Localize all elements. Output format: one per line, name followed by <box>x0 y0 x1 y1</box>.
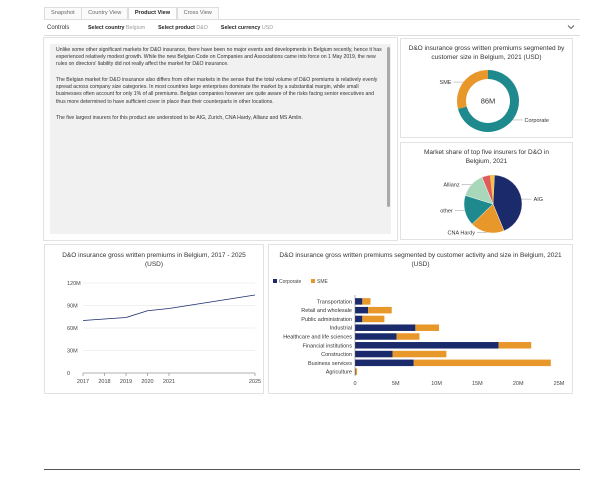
donut-chart: 86M Corporate SME <box>440 70 549 132</box>
donut-chart-title: D&O insurance gross written premiums seg… <box>408 45 565 61</box>
category-label: Retail and wholesale <box>301 308 352 314</box>
bar-segment <box>355 368 358 375</box>
legend-label: SME <box>317 279 329 285</box>
category-label: Financial institutions <box>302 343 352 349</box>
product-select[interactable]: Select product D&O <box>158 25 208 31</box>
legend-swatch <box>273 279 277 283</box>
x-tick-label: 20M <box>513 381 524 387</box>
bar-segment <box>355 306 369 314</box>
category-label: Agriculture <box>326 370 352 376</box>
donut-center-label: 86M <box>481 97 496 106</box>
stacked-bar-chart: Corporate SME Transportation Retail and who… <box>273 279 565 387</box>
category-label: Business services <box>308 361 352 367</box>
pie-label: AIG <box>534 197 543 203</box>
x-tick-label: 10M <box>431 381 442 387</box>
controls-title: Controls <box>47 24 70 31</box>
legend-swatch <box>311 279 315 283</box>
bar-segment <box>413 359 551 367</box>
footer-divider <box>44 469 580 470</box>
country-select-label: Select country <box>88 24 125 31</box>
controls-bar[interactable]: Controls Select country Belgium Select p… <box>44 19 580 36</box>
bar-segment <box>368 306 392 314</box>
tab-product-view[interactable]: Product View <box>127 7 178 19</box>
scrollbar[interactable] <box>387 47 390 239</box>
line-chart-title: D&O insurance gross written premiums in … <box>62 252 246 268</box>
x-tick-label: 25M <box>554 381 565 387</box>
bar-segment <box>392 350 447 358</box>
bar-segment <box>355 350 393 358</box>
pie-label: Allianz <box>443 182 459 188</box>
category-label: Transportation <box>317 299 352 305</box>
bar-segment <box>355 315 363 323</box>
x-tick-label: 2017 <box>77 379 89 385</box>
x-tick-label: 2018 <box>98 379 110 385</box>
currency-select[interactable]: Select currency USD <box>221 25 273 31</box>
commentary-panel: Unlike some other significant markets fo… <box>43 37 398 241</box>
chevron-down-icon[interactable] <box>566 22 576 32</box>
bar-segment <box>355 342 499 349</box>
product-select-value: D&O <box>196 24 208 31</box>
stacked-bar-panel: D&O insurance gross written premiums seg… <box>268 244 573 394</box>
share-pie-chart: AIG CNA Hardy other Allianz <box>440 174 543 236</box>
pie-label: CNA Hardy <box>448 230 476 236</box>
stacked-bar-title: D&O insurance gross written premiums seg… <box>279 252 562 268</box>
line-chart: 0 30M 60M 90M 120M 2017 2018 2019 2020 2021 2025 <box>67 281 261 385</box>
bar-segment <box>396 333 420 340</box>
category-label: Healthcare and life sciences <box>283 335 352 341</box>
currency-select-label: Select currency <box>220 24 261 31</box>
share-pie-panel: Market share of top five insurers for D&… <box>400 142 573 240</box>
y-tick-label: 60M <box>67 326 78 332</box>
line-series <box>82 294 256 321</box>
x-tick-label: 0 <box>353 381 356 387</box>
scrollbar-thumb[interactable] <box>387 47 390 207</box>
product-select-label: Select product <box>158 24 195 31</box>
donut-label: SME <box>440 80 452 86</box>
x-tick-label: 2020 <box>141 379 153 385</box>
bar-segment <box>498 342 532 349</box>
commentary-paragraph: The five largest insurers for this produ… <box>56 114 303 121</box>
currency-select-value: USD <box>261 24 274 31</box>
bar-segment <box>355 298 363 305</box>
y-tick-label: 120M <box>67 281 81 287</box>
legend-label: Corporate <box>279 279 301 285</box>
y-tick-label: 30M <box>67 349 78 355</box>
bar-segment <box>355 359 414 367</box>
country-select-value: Belgium <box>126 24 146 31</box>
y-tick-label: 90M <box>67 304 78 310</box>
x-tick-label: 2019 <box>120 379 132 385</box>
line-chart-panel: D&O insurance gross written premiums in … <box>44 244 264 394</box>
tab-cross-view[interactable]: Cross View <box>176 7 219 19</box>
bar-segment <box>355 333 397 340</box>
commentary-paragraph: Unlike some other significant markets fo… <box>56 47 382 68</box>
x-tick-label: 15M <box>472 381 483 387</box>
category-label: Industrial <box>330 326 352 332</box>
donut-label: Corporate <box>525 118 549 124</box>
tab-snapshot[interactable]: Snapshot <box>44 7 82 19</box>
bar-segment <box>362 315 385 323</box>
x-tick-label: 5M <box>392 381 400 387</box>
x-tick-label: 2021 <box>163 379 175 385</box>
bar-segment <box>362 298 371 305</box>
commentary-paragraph: The Belgian market for D&O insurance als… <box>56 77 378 105</box>
country-select[interactable]: Select country Belgium <box>88 25 145 31</box>
share-pie-title: Market share of top five insurers for D&… <box>424 149 549 165</box>
view-tabs: Snapshot Country View Product View Cross… <box>44 7 219 19</box>
bar-segment <box>355 324 416 331</box>
tab-country-view[interactable]: Country View <box>81 7 129 19</box>
pie-label: other <box>440 209 453 215</box>
category-label: Public administration <box>301 317 352 323</box>
category-label: Construction <box>321 352 352 358</box>
x-tick-label: 2025 <box>249 379 261 385</box>
donut-chart-panel: D&O insurance gross written premiums seg… <box>400 38 573 138</box>
bar-segment <box>415 324 440 331</box>
y-tick-label: 0 <box>67 371 70 377</box>
